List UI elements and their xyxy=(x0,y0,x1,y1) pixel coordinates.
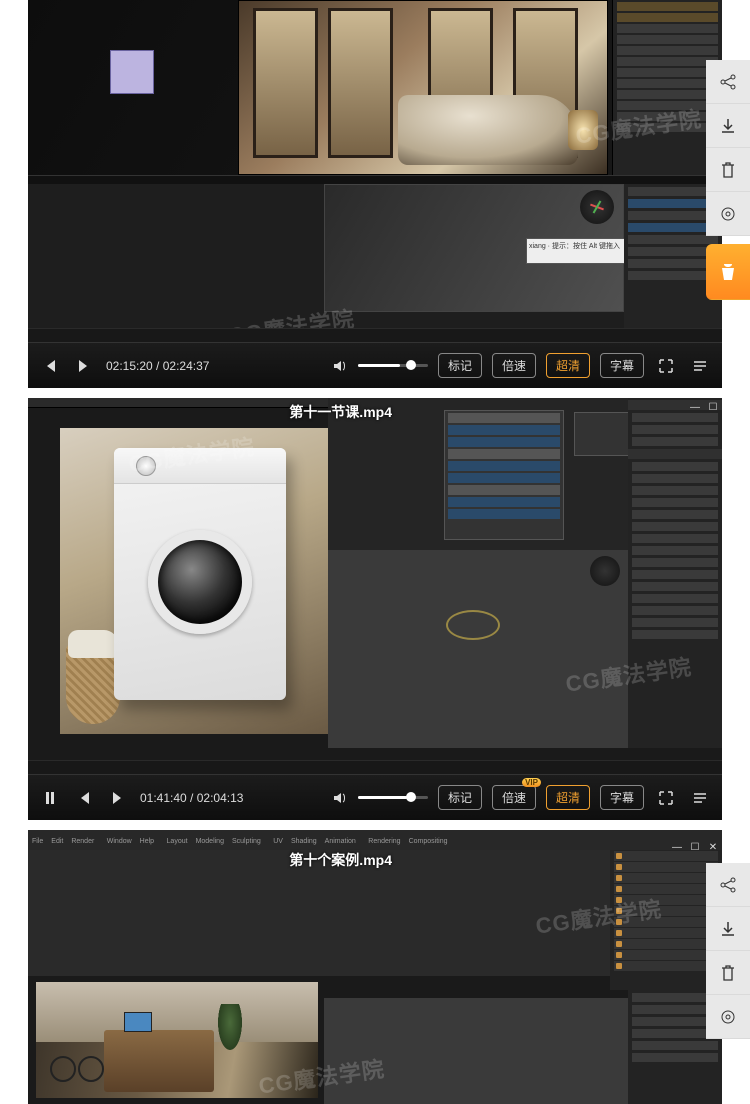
time-display: 02:15:20 / 02:24:37 xyxy=(106,359,209,373)
video-frame-3[interactable]: FileEditRender WindowHelp LayoutModeling… xyxy=(28,830,722,1104)
video-frame-1[interactable]: xiang · 提示：按住 Alt 键拖入 CG魔法学院 CG魔法学院 xyxy=(28,0,722,328)
file-title: 第十一节课.mp4 xyxy=(289,402,392,422)
prev-button[interactable] xyxy=(38,354,62,378)
settings-button[interactable] xyxy=(706,192,750,236)
prev-button[interactable] xyxy=(72,786,96,810)
material-swatch xyxy=(110,50,154,94)
speed-button[interactable]: 倍速 VIP xyxy=(492,785,536,810)
volume-control[interactable] xyxy=(328,786,428,810)
subtitle-button[interactable]: 字幕 xyxy=(600,785,644,810)
share-button[interactable] xyxy=(706,60,750,104)
next-button[interactable] xyxy=(106,786,130,810)
speed-button[interactable]: 倍速 xyxy=(492,353,536,378)
minimize-icon[interactable]: — xyxy=(690,402,700,412)
window-controls: — ☐ ✕ xyxy=(672,842,718,852)
viewport-3d xyxy=(324,998,628,1104)
mark-button[interactable]: 标记 xyxy=(438,353,482,378)
bicycle-icon xyxy=(50,1042,104,1082)
fullscreen-button[interactable] xyxy=(654,786,678,810)
delete-button[interactable] xyxy=(706,951,750,995)
pause-button[interactable] xyxy=(38,786,62,810)
quality-button[interactable]: 超清 xyxy=(546,353,590,378)
video-card-1: xiang · 提示：按住 Alt 键拖入 CG魔法学院 CG魔法学院 02:1… xyxy=(28,0,722,388)
video-card-3: FileEditRender WindowHelp LayoutModeling… xyxy=(28,830,722,1104)
maximize-icon[interactable]: ☐ xyxy=(708,402,718,412)
properties-panel xyxy=(628,398,722,748)
viewport-3d xyxy=(328,550,628,748)
share-button[interactable] xyxy=(706,863,750,907)
volume-slider[interactable] xyxy=(358,796,428,799)
side-toolbar-lower xyxy=(706,863,750,1039)
vip-badge: VIP xyxy=(522,778,541,787)
subtitle-button[interactable]: 字幕 xyxy=(600,353,644,378)
fullscreen-button[interactable] xyxy=(654,354,678,378)
volume-slider[interactable] xyxy=(358,364,428,367)
washing-machine-render xyxy=(114,448,286,700)
next-button[interactable] xyxy=(72,354,96,378)
maximize-icon[interactable]: ☐ xyxy=(690,842,700,852)
axis-gizmo-icon xyxy=(580,190,614,224)
volume-icon[interactable] xyxy=(328,786,352,810)
quality-button[interactable]: 超清 xyxy=(546,785,590,810)
article-body: xiang · 提示：按住 Alt 键拖入 CG魔法学院 CG魔法学院 02:1… xyxy=(0,0,750,1104)
download-button[interactable] xyxy=(706,104,750,148)
render-preview xyxy=(36,982,318,1098)
playlist-button[interactable] xyxy=(688,354,712,378)
player-controls-1: 02:15:20 / 02:24:37 标记 倍速 超清 字幕 xyxy=(28,342,722,388)
download-button[interactable] xyxy=(706,907,750,951)
delete-button[interactable] xyxy=(706,148,750,192)
volume-icon[interactable] xyxy=(328,354,352,378)
video-card-2: — ☐ 第十一节课.mp4 CG魔法学院 CG魔法学院 01:41:40 / 0… xyxy=(28,398,722,820)
minimize-icon[interactable]: — xyxy=(672,842,682,852)
app-menubar: FileEditRender WindowHelp LayoutModeling… xyxy=(28,830,722,850)
promo-button[interactable] xyxy=(706,244,750,300)
volume-control[interactable] xyxy=(328,354,428,378)
window-controls: — ☐ xyxy=(690,402,718,412)
video-frame-2[interactable]: — ☐ 第十一节课.mp4 CG魔法学院 CG魔法学院 xyxy=(28,398,722,760)
axis-gizmo-icon xyxy=(590,556,620,586)
time-display: 01:41:40 / 02:04:13 xyxy=(140,791,243,805)
player-controls-2: 01:41:40 / 02:04:13 标记 倍速 VIP 超清 字幕 xyxy=(28,774,722,820)
side-toolbar-upper xyxy=(706,60,750,300)
mark-button[interactable]: 标记 xyxy=(438,785,482,810)
settings-button[interactable] xyxy=(706,995,750,1039)
hint-tooltip: xiang · 提示：按住 Alt 键拖入 xyxy=(526,238,626,264)
playlist-button[interactable] xyxy=(688,786,712,810)
file-title: 第十个案例.mp4 xyxy=(289,850,392,870)
close-icon[interactable]: ✕ xyxy=(708,842,718,852)
